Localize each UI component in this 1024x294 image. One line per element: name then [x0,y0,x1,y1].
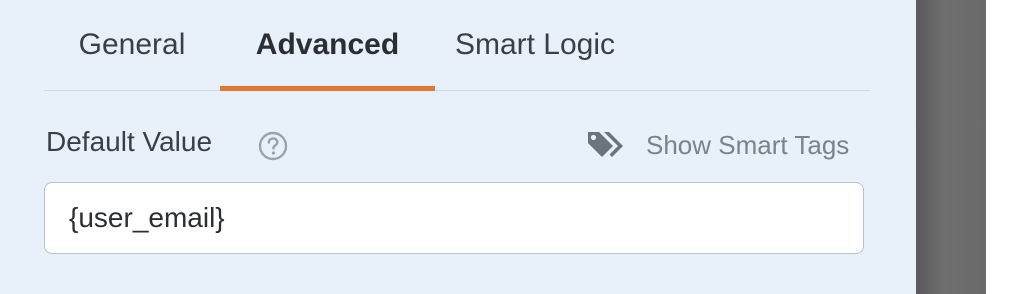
field-options-panel: General Advanced Smart Logic Default Val… [0,0,916,294]
question-circle-icon[interactable] [257,130,289,162]
tab-smart-logic[interactable]: Smart Logic [435,0,635,90]
show-smart-tags-link[interactable]: Show Smart Tags [586,124,849,166]
show-smart-tags-label: Show Smart Tags [646,129,850,160]
tab-bar: General Advanced Smart Logic [44,0,870,91]
page-edge [986,0,1024,294]
scrollbar-track [916,0,986,294]
tab-advanced[interactable]: Advanced [220,0,435,91]
tab-general[interactable]: General [44,0,220,90]
default-value-label: Default Value [46,126,213,157]
default-value-input[interactable] [44,182,864,254]
tags-icon [588,132,623,157]
